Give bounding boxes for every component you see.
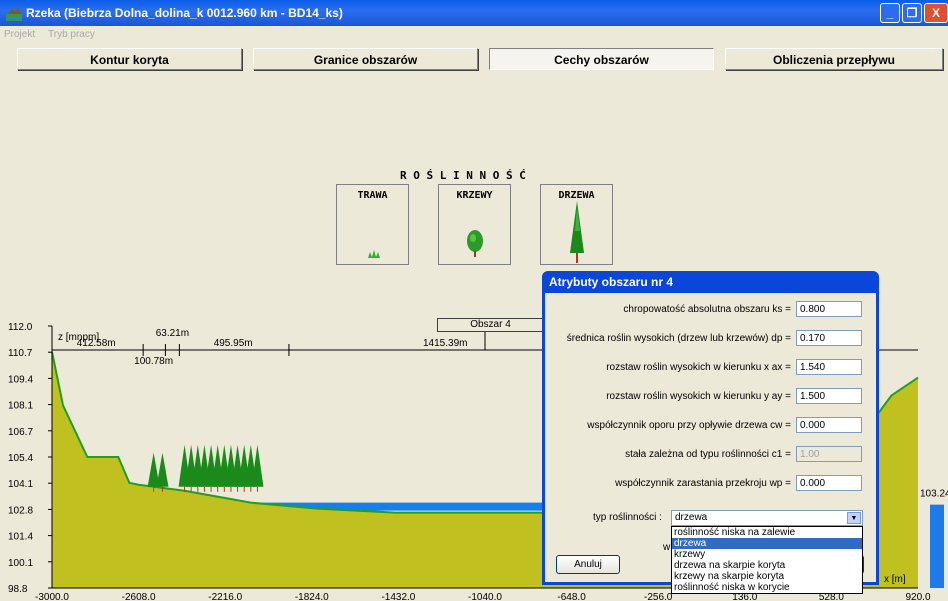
main-tabs: Kontur koryta Granice obszarów Cechy obs…: [0, 44, 948, 72]
water-level-gauge: [930, 504, 944, 588]
dropdown-option[interactable]: roślinność niska na zalewie: [672, 527, 862, 538]
x-tick-label: -256.0: [644, 592, 673, 601]
y-tick-label: 104.1: [8, 479, 33, 490]
wp-input[interactable]: [796, 475, 862, 491]
vegetation-type-dropdown: roślinność niska na zalewie drzewa krzew…: [671, 526, 863, 594]
x-tick-label: -2608.0: [122, 592, 156, 601]
y-tick-label: 109.4: [8, 374, 33, 385]
field-label: średnica roślin wysokich (drzew lub krze…: [566, 333, 791, 344]
window-title: Rzeka (Biebrza Dolna_dolina_k 0012.960 k…: [26, 6, 343, 20]
vegetation-heading: R O Ś L I N N O Ś Ć: [400, 169, 526, 182]
tab-granice-obszarow[interactable]: Granice obszarów: [253, 48, 478, 70]
dp-input[interactable]: [796, 330, 862, 346]
cw-input[interactable]: [796, 417, 862, 433]
segment-length-label: 412.58m: [77, 338, 116, 349]
dropdown-option[interactable]: krzewy: [672, 549, 862, 560]
vegetation-type-select[interactable]: drzewa ▼: [671, 510, 863, 526]
field-label: współczynnik oporu przy opływie drzewa c…: [587, 420, 791, 431]
dialog-body: chropowatość absolutna obszaru ks = śred…: [545, 293, 876, 594]
field-wp: współczynnik zarastania przekroju wp =: [545, 475, 875, 493]
chevron-down-icon[interactable]: ▼: [847, 512, 861, 524]
segment-length-label: 63.21m: [156, 328, 189, 339]
dropdown-option[interactable]: drzewa na skarpie koryta: [672, 560, 862, 571]
y-tick-label: 98.8: [8, 584, 28, 595]
tab-obliczenia-przeplywu[interactable]: Obliczenia przepływu: [725, 48, 943, 70]
shrub-icon: [467, 230, 483, 257]
dropdown-option-selected[interactable]: drzewa: [672, 538, 862, 549]
obscured-label: w: [663, 542, 671, 553]
x-tick-label: -3000.0: [35, 592, 69, 601]
x-tick-label: 920.0: [905, 592, 930, 601]
y-tick-label: 110.7: [8, 348, 33, 359]
y-tick-label: 105.4: [8, 453, 33, 464]
vegetation-type-label: typ roślinności :: [593, 512, 662, 523]
field-c1: stała zależna od typu roślinności c1 =: [545, 446, 875, 464]
window-titlebar[interactable]: Rzeka (Biebrza Dolna_dolina_k 0012.960 k…: [0, 0, 948, 26]
vegetation-box-krzewy[interactable]: KRZEWY: [438, 184, 511, 265]
field-label: rozstaw roślin wysokich w kierunku x ax …: [606, 362, 791, 373]
vegetation-box-label: KRZEWY: [456, 190, 493, 201]
menu-projekt[interactable]: Projekt: [4, 29, 35, 40]
region-label: Obszar 4: [437, 318, 544, 332]
water-level-label: 103.24: [920, 489, 948, 500]
close-button[interactable]: X: [924, 3, 948, 23]
field-ks: chropowatość absolutna obszaru ks =: [545, 301, 875, 319]
menu-tryb-pracy[interactable]: Tryb pracy: [48, 29, 95, 40]
field-label: współczynnik zarastania przekroju wp =: [615, 478, 791, 489]
vegetation-box-trawa[interactable]: TRAWA: [336, 184, 409, 265]
segment-length-label: 1415.39m: [423, 338, 467, 349]
vegetation-box-label: TRAWA: [357, 190, 388, 201]
y-tick-label: 101.4: [8, 532, 33, 543]
ks-input[interactable]: [796, 301, 862, 317]
menu-bar: Projekt Tryb pracy: [0, 26, 948, 44]
x-tick-label: -1432.0: [381, 592, 415, 601]
y-tick-label: 108.1: [8, 401, 33, 412]
x-tick-label: -2216.0: [208, 592, 242, 601]
y-tick-label: 100.1: [8, 558, 33, 569]
field-label: chropowatość absolutna obszaru ks =: [623, 304, 791, 315]
region-attributes-dialog: Atrybuty obszaru nr 4 chropowatość absol…: [542, 271, 879, 594]
field-ay: rozstaw roślin wysokich w kierunku y ay …: [545, 388, 875, 406]
vegetation-box-label: DRZEWA: [558, 190, 595, 201]
segment-length-label: 100.78m: [134, 356, 173, 367]
dropdown-option[interactable]: krzewy na skarpie koryta: [672, 571, 862, 582]
field-cw: współczynnik oporu przy opływie drzewa c…: [545, 417, 875, 435]
field-label: stała zależna od typu roślinności c1 =: [625, 449, 791, 460]
tree-icon: [570, 201, 584, 263]
c1-input: [796, 446, 862, 462]
segment-length-label: 495.95m: [214, 338, 253, 349]
x-tick-label: -1040.0: [468, 592, 502, 601]
cancel-button[interactable]: Anuluj: [556, 555, 620, 574]
field-label: rozstaw roślin wysokich w kierunku y ay …: [606, 391, 791, 402]
grass-icon: [368, 250, 380, 258]
dialog-title: Atrybuty obszaru nr 4: [549, 275, 674, 289]
maximize-button[interactable]: ❐: [902, 3, 922, 23]
app-icon: [6, 7, 22, 21]
ay-input[interactable]: [796, 388, 862, 404]
vegetation-box-drzewa[interactable]: DRZEWA: [540, 184, 613, 265]
x-tick-label: -1824.0: [295, 592, 329, 601]
ax-input[interactable]: [796, 359, 862, 375]
x-axis-label: x [m]: [884, 574, 906, 585]
y-tick-label: 112.0: [8, 322, 33, 333]
y-tick-label: 102.8: [8, 505, 33, 516]
y-tick-label: 106.7: [8, 427, 33, 438]
field-dp: średnica roślin wysokich (drzew lub krze…: [545, 330, 875, 348]
tab-cechy-obszarow[interactable]: Cechy obszarów: [489, 48, 714, 70]
dropdown-option[interactable]: roślinność niska w korycie: [672, 582, 862, 593]
x-tick-label: -648.0: [557, 592, 586, 601]
tab-kontur-koryta[interactable]: Kontur koryta: [17, 48, 242, 70]
field-ax: rozstaw roślin wysokich w kierunku x ax …: [545, 359, 875, 377]
minimize-button[interactable]: _: [880, 3, 900, 23]
selected-value: drzewa: [675, 512, 708, 523]
